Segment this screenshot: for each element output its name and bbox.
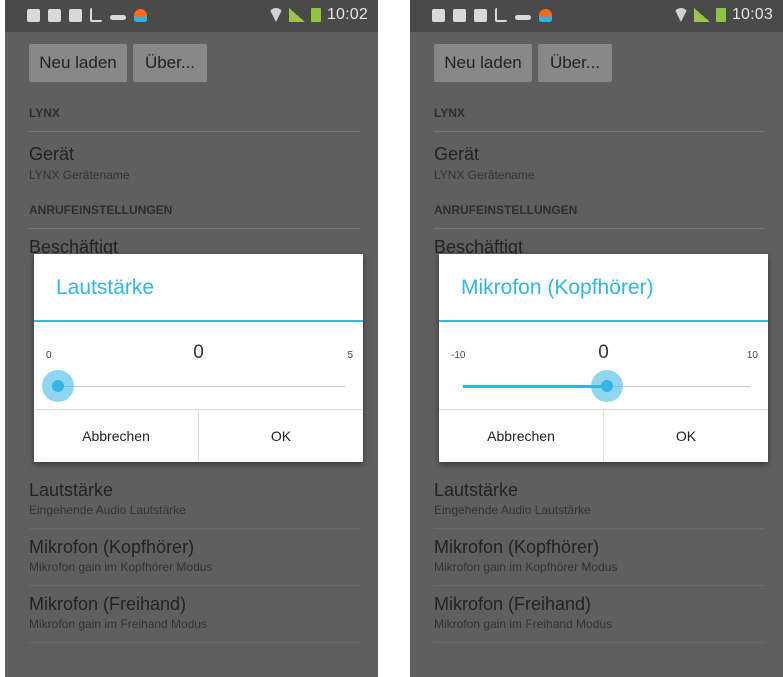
download-icon bbox=[495, 8, 507, 22]
dialog-divider bbox=[439, 320, 768, 322]
clock: 10:03 bbox=[731, 6, 773, 23]
pref-title: Mikrofon (Freihand) bbox=[434, 594, 592, 614]
volume-dialog: Lautstärke 0 0 5 Abbrechen OK bbox=[34, 254, 363, 462]
gallery-icon bbox=[48, 8, 61, 22]
app-icon bbox=[539, 8, 552, 22]
pref-summary: Mikrofon gain im Freihand Modus bbox=[434, 617, 613, 631]
pref-device[interactable]: Gerät LYNX Gerätename bbox=[29, 132, 378, 192]
pref-mic-headset[interactable]: Mikrofon (Kopfhörer) Mikrofon gain im Ko… bbox=[29, 529, 360, 586]
signal-icon bbox=[693, 8, 710, 22]
section-header-lynx: LYNX bbox=[29, 95, 360, 132]
battery-icon bbox=[715, 8, 726, 22]
pref-title: Lautstärke bbox=[29, 480, 114, 500]
dialog-buttons: Abbrechen OK bbox=[439, 409, 768, 462]
upload-icon bbox=[474, 8, 487, 22]
pref-mic-headset[interactable]: Mikrofon (Kopfhörer) Mikrofon gain im Ko… bbox=[434, 529, 765, 586]
wifi-icon bbox=[673, 8, 688, 22]
cancel-button[interactable]: Abbrechen bbox=[34, 410, 198, 462]
pref-title: Mikrofon (Kopfhörer) bbox=[29, 537, 195, 557]
slider-thumb[interactable] bbox=[42, 370, 74, 402]
app-icon bbox=[134, 8, 147, 22]
key-icon bbox=[110, 14, 126, 20]
phone-screen-left: 10:02 Neu laden Über... LYNX Gerät LYNX … bbox=[5, 0, 378, 677]
reload-button[interactable]: Neu laden bbox=[29, 44, 127, 82]
ok-button[interactable]: OK bbox=[198, 410, 363, 462]
action-bar: Neu laden Über... bbox=[5, 32, 378, 94]
about-button[interactable]: Über... bbox=[538, 44, 612, 82]
screenshot-icon bbox=[27, 8, 40, 22]
slider-thumb[interactable] bbox=[590, 370, 623, 402]
pref-title: Gerät bbox=[29, 144, 75, 164]
pref-device[interactable]: Gerät LYNX Gerätename bbox=[434, 132, 783, 192]
status-bar: 10:02 bbox=[5, 0, 378, 32]
slider-value: 0 bbox=[598, 342, 609, 363]
settings-list-lower: Lautstärke Eingehende Audio Lautstärke M… bbox=[434, 472, 765, 643]
slider-value: 0 bbox=[193, 342, 204, 363]
pref-summary: Mikrofon gain im Freihand Modus bbox=[29, 617, 208, 631]
gallery-icon bbox=[453, 8, 466, 22]
status-bar: 10:03 bbox=[410, 0, 783, 32]
reload-button[interactable]: Neu laden bbox=[434, 44, 532, 82]
pref-volume[interactable]: Lautstärke Eingehende Audio Lautstärke bbox=[29, 472, 360, 529]
upload-icon bbox=[69, 8, 82, 22]
pref-title: Lautstärke bbox=[434, 480, 519, 500]
about-button[interactable]: Über... bbox=[133, 44, 207, 82]
dialog-title: Mikrofon (Kopfhörer) bbox=[461, 276, 654, 299]
pref-title: Mikrofon (Kopfhörer) bbox=[434, 537, 600, 557]
microphone-dialog: Mikrofon (Kopfhörer) -10 0 10 Abbrechen … bbox=[439, 254, 768, 462]
pref-summary: Eingehende Audio Lautstärke bbox=[29, 503, 186, 517]
volume-slider[interactable] bbox=[42, 370, 345, 402]
pref-summary: LYNX Gerätename bbox=[434, 168, 535, 182]
clock: 10:02 bbox=[326, 6, 368, 23]
dialog-title: Lautstärke bbox=[56, 276, 155, 299]
slider-fill bbox=[463, 385, 607, 388]
pref-mic-handsfree[interactable]: Mikrofon (Freihand) Mikrofon gain im Fre… bbox=[434, 586, 765, 643]
section-header-calls: ANRUFEINSTELLUNGEN bbox=[29, 192, 360, 229]
slider-max-label: 5 bbox=[347, 350, 353, 361]
slider-max-label: 10 bbox=[746, 350, 758, 361]
pref-mic-handsfree[interactable]: Mikrofon (Freihand) Mikrofon gain im Fre… bbox=[29, 586, 360, 643]
battery-icon bbox=[310, 8, 321, 22]
pref-title: Gerät bbox=[434, 144, 480, 164]
phone-screen-right: 10:03 Neu laden Über... LYNX Gerät LYNX … bbox=[410, 0, 783, 677]
cancel-button[interactable]: Abbrechen bbox=[439, 410, 603, 462]
section-header-calls: ANRUFEINSTELLUNGEN bbox=[434, 192, 765, 229]
wifi-icon bbox=[268, 8, 283, 22]
section-header-lynx: LYNX bbox=[434, 95, 765, 132]
pref-summary: Mikrofon gain im Kopfhörer Modus bbox=[434, 560, 618, 574]
dialog-buttons: Abbrechen OK bbox=[34, 409, 363, 462]
ok-button[interactable]: OK bbox=[603, 410, 768, 462]
key-icon bbox=[515, 14, 531, 20]
pref-summary: Eingehende Audio Lautstärke bbox=[434, 503, 591, 517]
settings-list-lower: Lautstärke Eingehende Audio Lautstärke M… bbox=[29, 472, 360, 643]
pref-volume[interactable]: Lautstärke Eingehende Audio Lautstärke bbox=[434, 472, 765, 529]
download-icon bbox=[90, 8, 102, 22]
pref-summary: Mikrofon gain im Kopfhörer Modus bbox=[29, 560, 213, 574]
screenshot-icon bbox=[432, 8, 445, 22]
pref-summary: LYNX Gerätename bbox=[29, 168, 130, 182]
dialog-divider bbox=[34, 320, 363, 322]
pref-title: Mikrofon (Freihand) bbox=[29, 594, 187, 614]
gain-slider[interactable] bbox=[463, 370, 750, 402]
signal-icon bbox=[288, 8, 305, 22]
action-bar: Neu laden Über... bbox=[410, 32, 783, 94]
